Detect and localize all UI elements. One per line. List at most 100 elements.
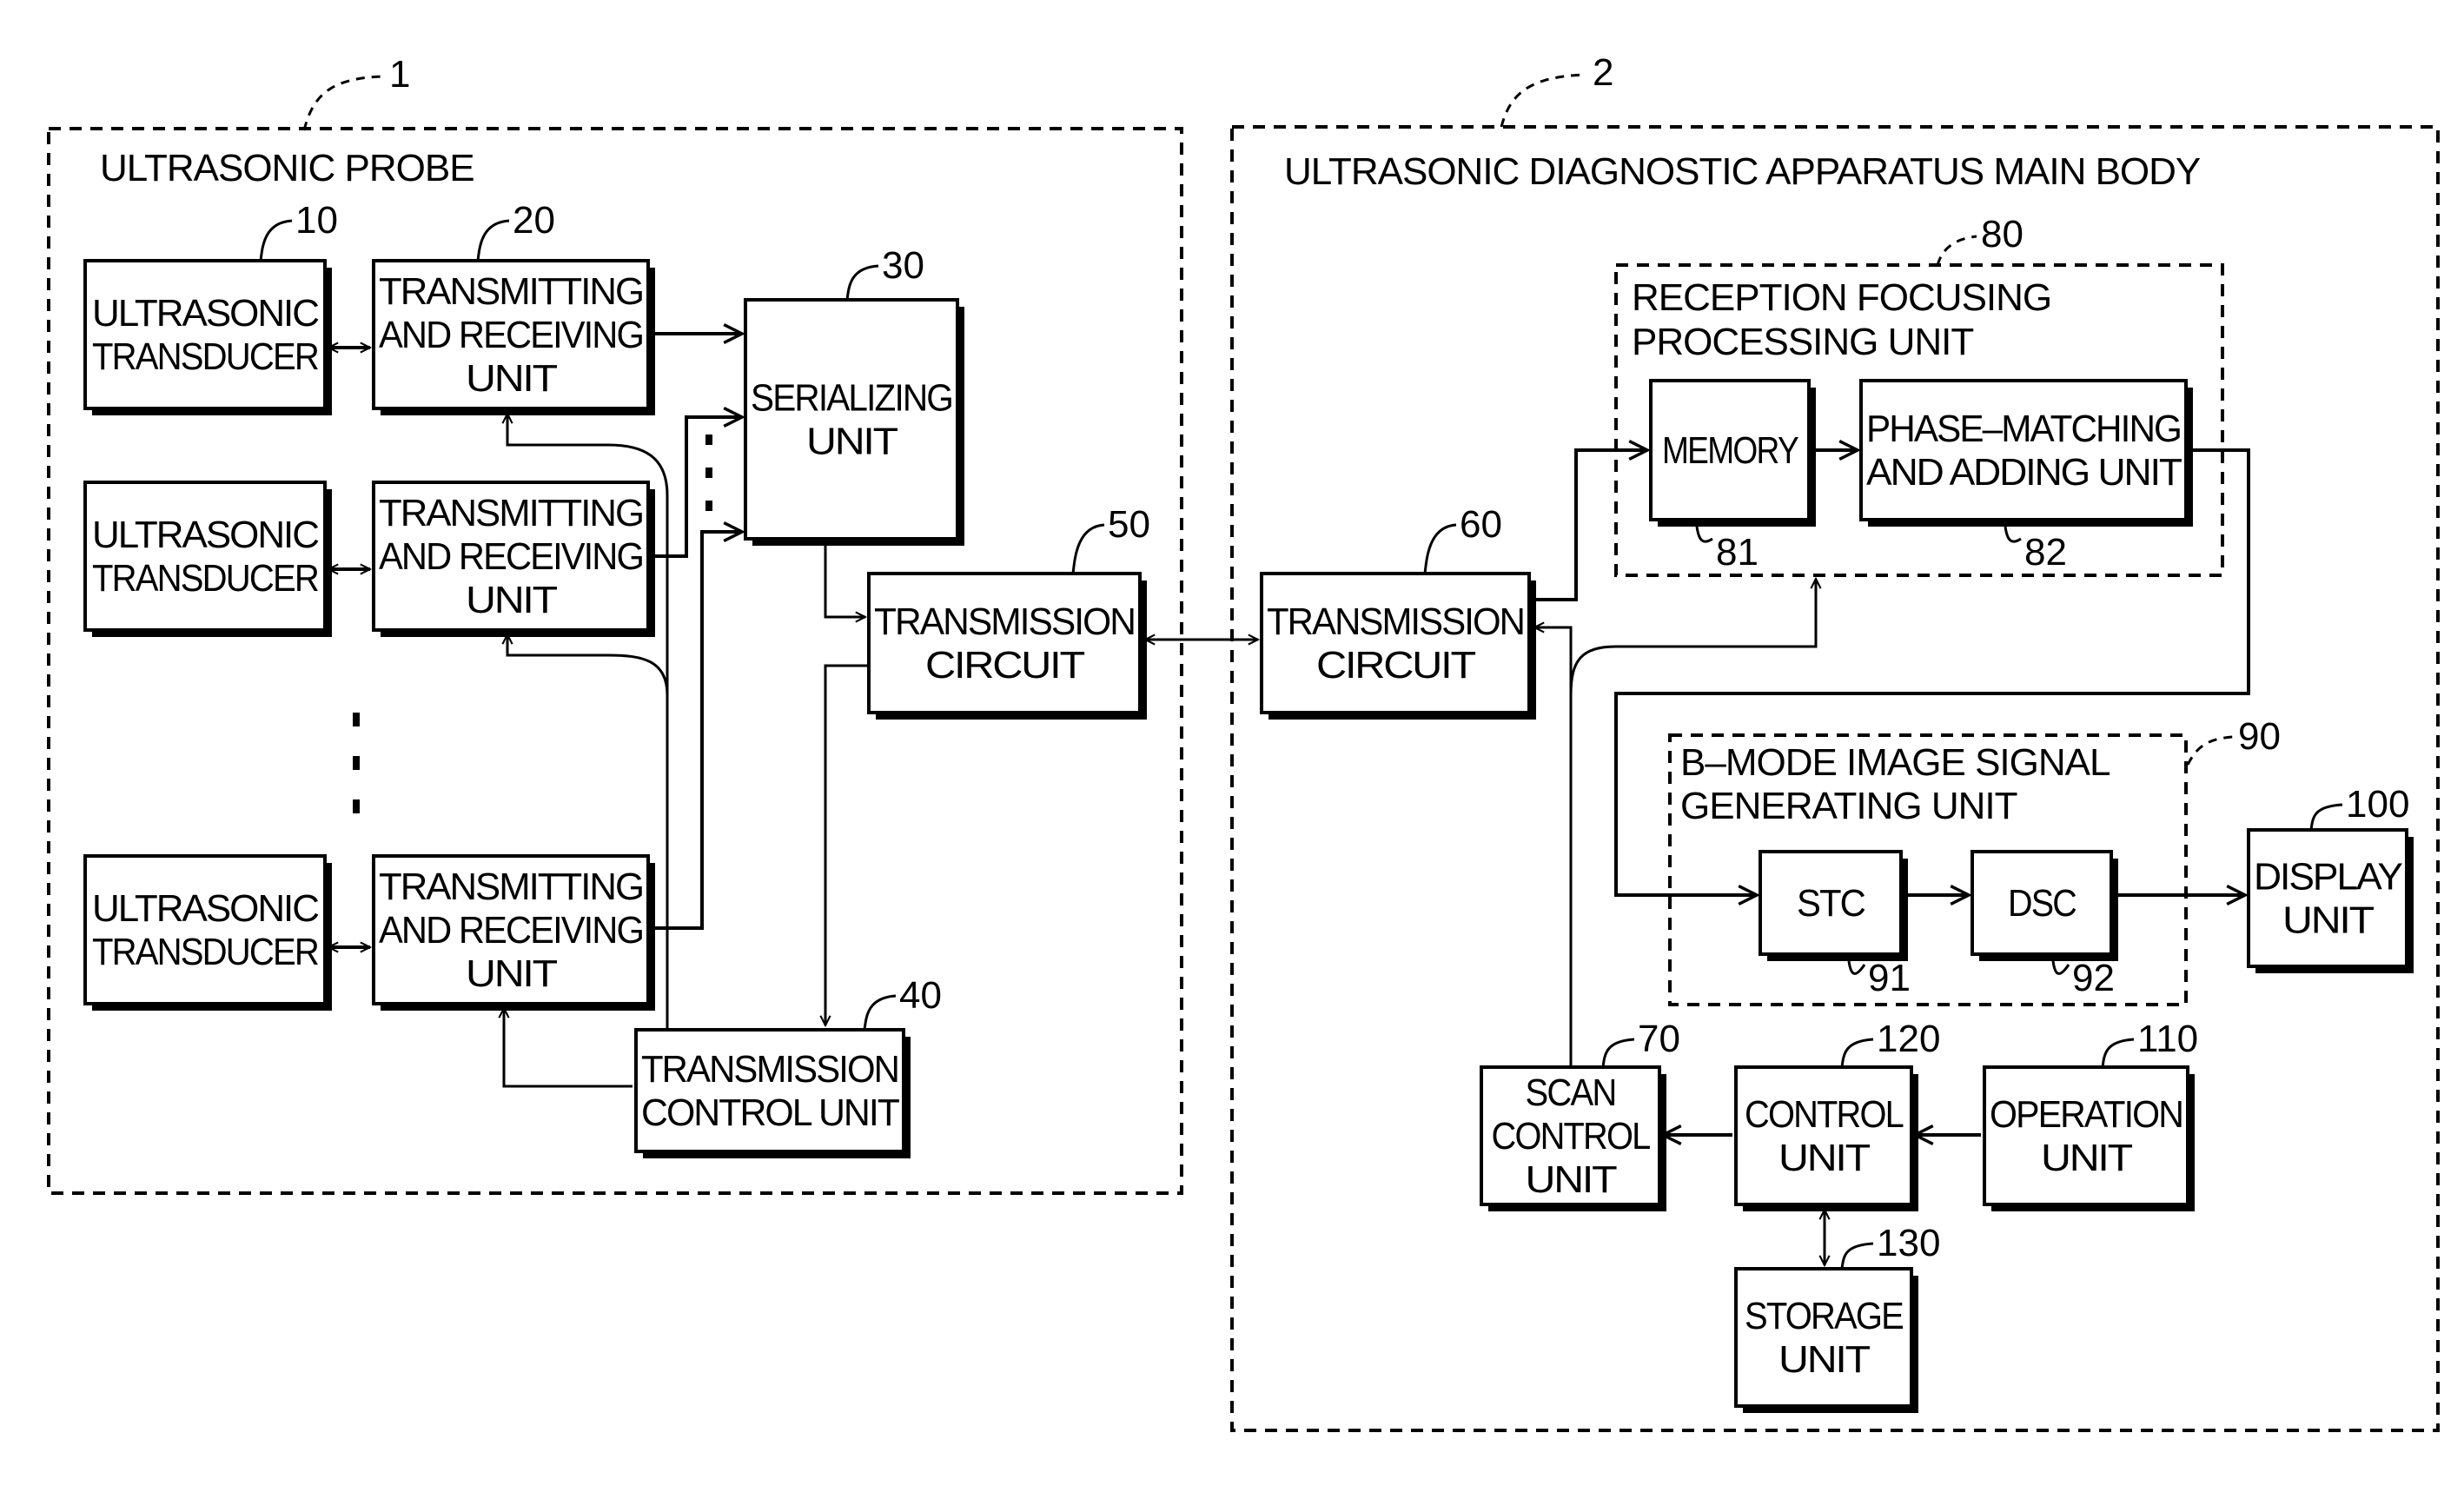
ellipsis-dot [705,468,712,478]
block-operation: OPERATIONUNIT 110 [1983,1018,2198,1211]
wire-serializing-tx50 [824,542,865,617]
ref-leader [1695,526,1713,543]
probe-ref: 1 [389,53,410,96]
block-label-line: TRANSDUCER [92,931,318,973]
wire-scan-tx60 [1534,627,1573,695]
ref-leader [1601,1038,1635,1068]
block-label-line: PHASE–MATCHING [1866,408,2181,450]
b-mode-ref-leader [2186,735,2234,766]
block-tr-unit-2: TRANSMITTINGAND RECEIVINGUNIT [372,481,655,637]
ref-leader [1423,523,1457,574]
block-tr-unit-1: TRANSMITTINGAND RECEIVINGUNIT 20 [372,199,655,415]
block-label-line: UNIT [2282,899,2374,942]
wire-control40-tr2 [507,634,669,696]
block-label-line: TRANSDUCER [92,335,318,378]
block-label-line: UNIT [1778,1137,1870,1179]
block-label-line: UNIT [466,357,557,400]
block-label-line: TRANSDUCER [92,557,318,600]
block-label-line: UNIT [806,421,898,463]
block-label-line: TRANSMISSION [874,600,1135,643]
block-label-line: UNIT [466,579,557,621]
block-dsc: DSC 92 [1971,850,2118,999]
block-label-line: DISPLAY [2254,856,2403,899]
block-label-line: CONTROL [1745,1093,1904,1136]
block-label-line: SCAN [1526,1071,1616,1114]
block-frame [83,259,327,410]
block-label-line: CONTROL UNIT [641,1091,899,1134]
wire-tx50-control40 [825,664,867,1025]
reception-focusing-title-line-1: RECEPTION FOCUSING [1632,276,2051,319]
block-control: CONTROLUNIT 120 [1734,1018,1940,1211]
ref-number: 130 [1877,1222,1940,1264]
ref-number: 82 [2024,531,2067,574]
ref-number: 100 [2346,783,2409,826]
block-transducer-1: ULTRASONICTRANSDUCER 10 [83,199,338,415]
block-phase-matching: PHASE–MATCHINGAND ADDING UNIT 82 [1859,379,2193,574]
block-label-line: TRANSMITTING [379,866,643,908]
block-transmission-control: TRANSMISSIONCONTROL UNIT 40 [634,974,942,1158]
block-stc: STC91 [1759,850,1911,999]
ref-leader [2004,526,2022,543]
ref-number: 20 [513,199,555,242]
blocks-layer: ULTRASONICTRANSDUCER10TRANSMITTINGAND RE… [83,199,2414,1413]
block-label-line: OPERATION [1990,1093,2182,1136]
ref-number: 60 [1460,503,1502,546]
ref-number: 110 [2137,1018,2198,1060]
main-body-ref: 2 [1593,51,1613,94]
ref-number: 81 [1716,531,1759,574]
ref-leader [259,219,293,262]
block-label-line: AND ADDING UNIT [1866,451,2182,494]
block-transmission-circuit-main: TRANSMISSIONCIRCUIT 60 [1260,503,1536,720]
block-tr-unit-3: TRANSMITTINGAND RECEIVINGUNIT [372,854,655,1011]
ref-leader [1840,1242,1874,1270]
ref-number: 70 [1638,1018,1680,1060]
ref-leader [2101,1038,2135,1068]
block-label-line: CIRCUIT [1316,644,1475,687]
ellipsis-dot [353,756,360,770]
ref-leader [845,264,879,301]
block-label-line: CIRCUIT [925,644,1084,687]
block-label-line: ULTRASONIC [92,887,319,930]
main-body-title: ULTRASONIC DIAGNOSTIC APPARATUS MAIN BOD… [1284,150,2201,193]
block-transducer-2: ULTRASONICTRANSDUCER [83,481,332,637]
ref-leader [863,994,897,1031]
ref-number: 40 [899,974,942,1017]
block-frame [1734,1267,1913,1408]
b-mode-ref: 90 [2238,715,2281,758]
block-display: DISPLAYUNIT 100 [2247,783,2414,973]
block-label-line: ULTRASONIC [92,514,319,556]
block-label-line: TRANSMITTING [379,270,643,313]
ref-number: 10 [295,199,338,242]
block-label-line: UNIT [1778,1338,1870,1381]
block-frame [867,572,1142,714]
block-storage: STORAGEUNIT 130 [1734,1222,1940,1413]
block-scan-control: SCANCONTROLUNIT 70 [1480,1018,1680,1211]
ref-leader [1847,960,1866,975]
wire-tr2-serializing [652,417,742,558]
ref-number: 120 [1877,1018,1940,1060]
block-frame [1983,1065,2189,1206]
ref-number: 91 [1868,957,1911,999]
wire-tx60-memory [1533,450,1647,601]
block-label-line: UNIT [1526,1158,1617,1201]
ellipsis-dot [705,435,712,445]
reception-focusing-ref: 80 [1981,213,2024,255]
reception-focusing-title-line-2: PROCESSING UNIT [1632,321,1973,363]
ref-leader [2309,803,2343,831]
wire-control40-tr3 [504,1008,633,1088]
block-label-line: STC [1797,882,1865,925]
ref-leader [1071,523,1105,574]
ellipsis-dot [353,713,360,726]
ref-number: 50 [1108,503,1150,546]
probe-ref-leader [302,75,383,131]
block-frame [83,854,327,1005]
block-memory: MEMORY 81 [1649,379,1816,574]
block-label-line: ULTRASONIC [92,292,319,335]
ref-leader [1840,1038,1874,1068]
reception-focusing-ref-leader [1936,235,1977,266]
ellipsis-dot [353,799,360,813]
b-mode-title-line-2: GENERATING UNIT [1680,785,2017,827]
block-frame [1734,1065,1913,1206]
block-frame [1260,572,1531,714]
block-label-line: STORAGE [1745,1295,1904,1337]
